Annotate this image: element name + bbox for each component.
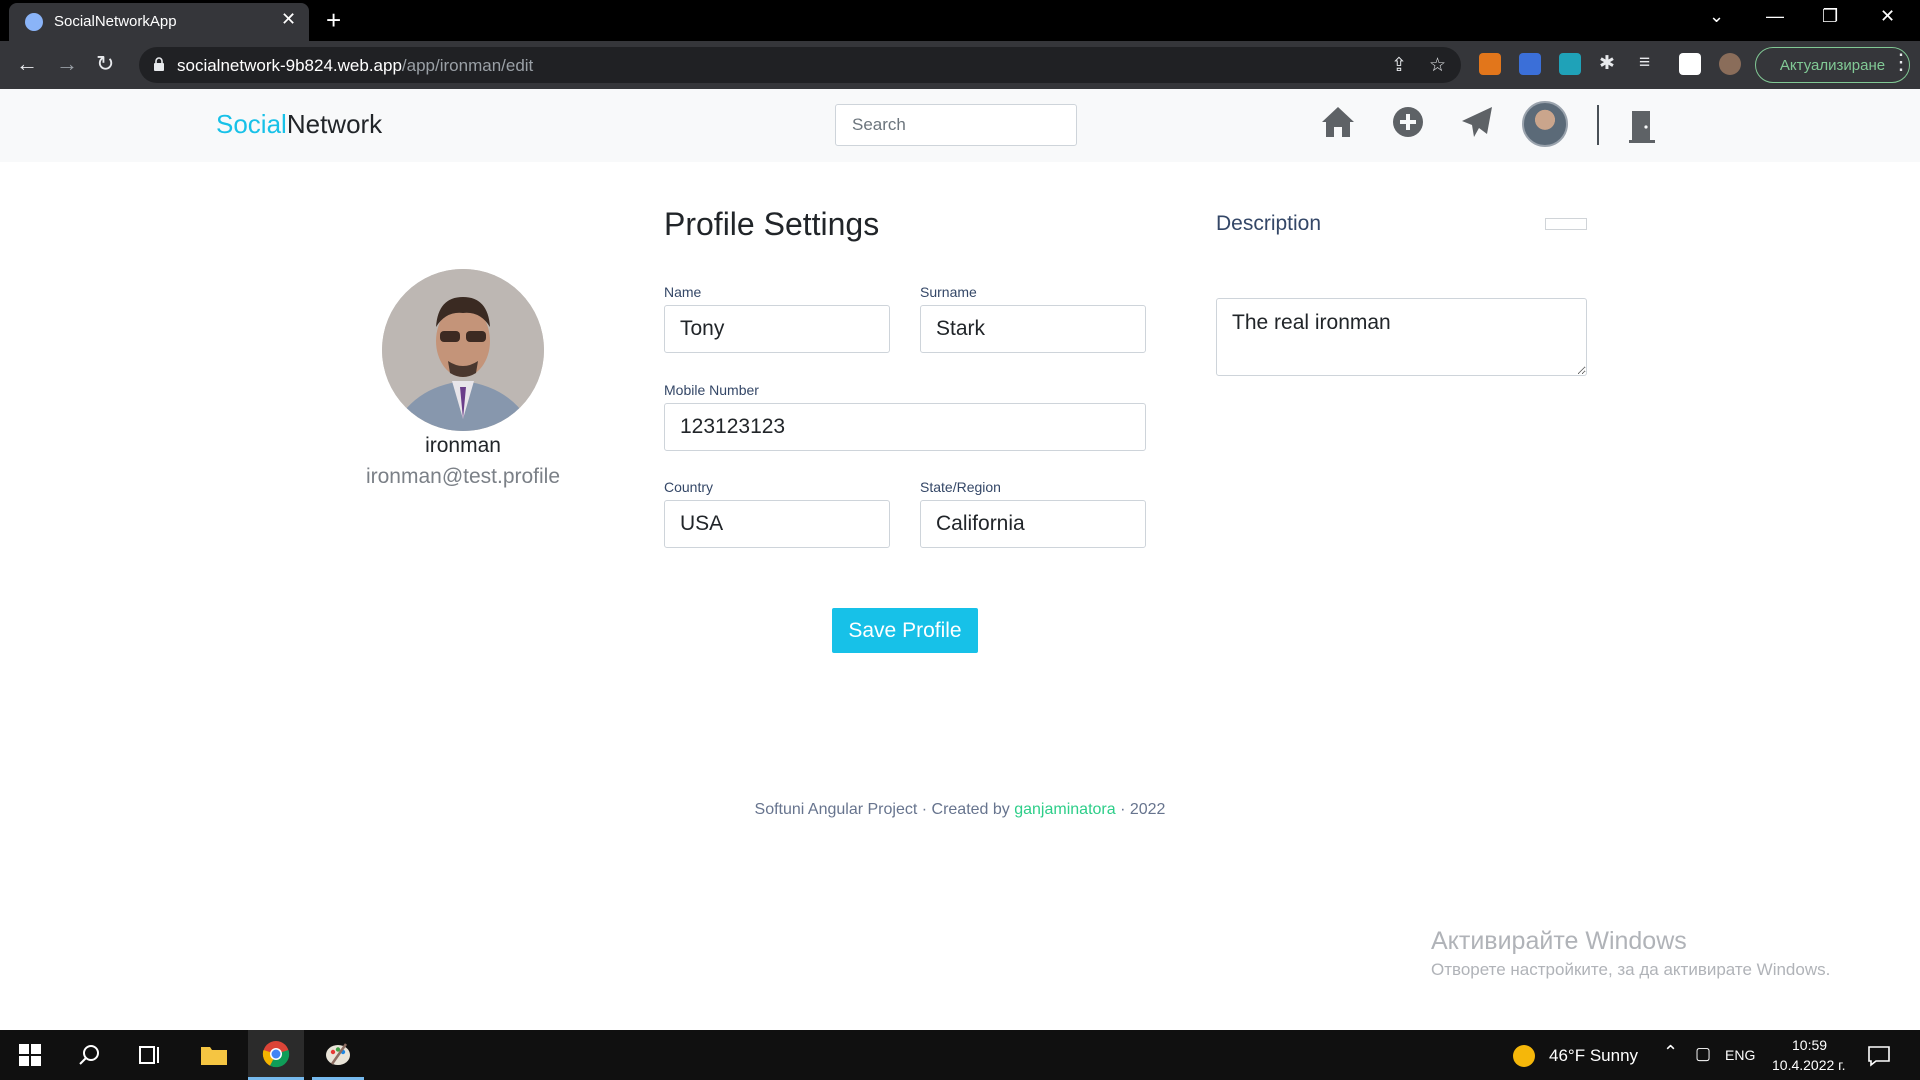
windows-activation-title: Активирайте Windows bbox=[1431, 927, 1687, 955]
search-icon bbox=[79, 1045, 99, 1065]
taskbar-search-button[interactable] bbox=[68, 1030, 112, 1080]
browser-menu-icon[interactable]: ⋮ bbox=[1890, 49, 1912, 75]
description-textarea[interactable]: The real ironman bbox=[1216, 298, 1587, 376]
mobile-number-field[interactable] bbox=[664, 403, 1146, 451]
brand-logo[interactable]: SocialNetwork bbox=[216, 109, 382, 140]
tray-chevron-icon[interactable]: ⌃ bbox=[1663, 1042, 1678, 1063]
reload-icon[interactable]: ↻ bbox=[96, 51, 114, 77]
back-icon[interactable]: ← bbox=[16, 51, 38, 77]
share-icon[interactable]: ⇪ bbox=[1391, 54, 1407, 77]
page-footer: Softuni Angular Project · Created by gan… bbox=[0, 801, 1920, 819]
task-view-icon bbox=[139, 1046, 159, 1064]
mobile-number-label: Mobile Number bbox=[664, 382, 759, 398]
meet-now-icon[interactable]: ▢ bbox=[1695, 1044, 1711, 1064]
extension-icon[interactable] bbox=[1519, 53, 1541, 75]
state-region-label: State/Region bbox=[920, 479, 1001, 495]
description-edit-button[interactable] bbox=[1545, 218, 1587, 230]
logout-door-icon[interactable] bbox=[1627, 109, 1657, 145]
chrome-icon bbox=[262, 1040, 290, 1067]
clock-date[interactable]: 10.4.2022 г. bbox=[1772, 1057, 1845, 1073]
tab-search-chevron-icon[interactable]: ⌄ bbox=[1709, 6, 1724, 27]
paint-icon bbox=[326, 1042, 350, 1065]
task-view-button[interactable] bbox=[128, 1030, 172, 1080]
bookmark-star-icon[interactable]: ☆ bbox=[1429, 54, 1446, 77]
folder-icon bbox=[201, 1047, 227, 1065]
notifications-icon[interactable] bbox=[1868, 1045, 1890, 1067]
file-explorer-button[interactable] bbox=[190, 1030, 238, 1080]
clock-time[interactable]: 10:59 bbox=[1792, 1037, 1827, 1053]
metamask-extension-icon[interactable] bbox=[1479, 53, 1501, 75]
author-link[interactable]: ganjaminatora bbox=[1014, 801, 1115, 818]
chrome-taskbar-button[interactable] bbox=[248, 1030, 304, 1080]
tab-close-icon[interactable]: ✕ bbox=[281, 9, 296, 30]
surname-label: Surname bbox=[920, 284, 977, 300]
windows-logo-icon bbox=[19, 1044, 41, 1066]
url-path: /app/ironman/edit bbox=[401, 56, 534, 75]
windows-activation-subtitle: Отворете настройките, за да активирате W… bbox=[1431, 960, 1831, 979]
restore-icon[interactable]: ❐ bbox=[1822, 6, 1838, 27]
profile-avatar-icon[interactable] bbox=[1719, 53, 1741, 75]
country-field[interactable] bbox=[664, 500, 890, 548]
url-host: socialnetwork-9b824.web.app bbox=[177, 56, 402, 75]
footer-text: Softuni Angular Project · Created by bbox=[754, 801, 1015, 818]
puzzle-extensions-icon[interactable]: ✱ bbox=[1599, 52, 1615, 75]
language-indicator[interactable]: ENG bbox=[1725, 1047, 1755, 1063]
footer-year: · 2022 bbox=[1115, 801, 1166, 818]
app-navbar: SocialNetwork bbox=[0, 89, 1920, 162]
state-region-field[interactable] bbox=[920, 500, 1146, 548]
home-icon[interactable] bbox=[1320, 105, 1356, 139]
minimize-icon[interactable]: — bbox=[1766, 6, 1784, 27]
add-post-icon[interactable] bbox=[1392, 106, 1424, 138]
profile-avatar bbox=[382, 269, 544, 431]
url-text: socialnetwork-9b824.web.app/app/ironman/… bbox=[177, 56, 533, 76]
site-favicon-icon bbox=[25, 13, 43, 31]
window-close-icon[interactable]: ✕ bbox=[1880, 6, 1895, 27]
header-divider bbox=[1597, 105, 1599, 145]
description-title: Description bbox=[1216, 212, 1322, 235]
page-title: Profile Settings bbox=[664, 206, 880, 242]
lock-icon bbox=[154, 57, 164, 71]
media-queue-icon[interactable]: ≡ bbox=[1639, 52, 1650, 74]
update-chrome-button[interactable]: Актуализиране bbox=[1755, 47, 1910, 83]
address-bar[interactable]: socialnetwork-9b824.web.app/app/ironman/… bbox=[139, 47, 1461, 83]
start-button[interactable] bbox=[8, 1030, 52, 1080]
paper-plane-messages-icon[interactable] bbox=[1460, 105, 1494, 139]
save-profile-button[interactable]: Save Profile bbox=[832, 608, 978, 653]
user-avatar[interactable] bbox=[1522, 101, 1568, 147]
search-input[interactable] bbox=[835, 104, 1077, 146]
country-label: Country bbox=[664, 479, 714, 495]
profile-photo-icon bbox=[382, 269, 544, 431]
side-panel-icon[interactable] bbox=[1679, 53, 1701, 75]
surname-field[interactable] bbox=[920, 305, 1146, 353]
weather-text[interactable]: 46°F Sunny bbox=[1549, 1046, 1638, 1066]
forward-icon[interactable]: → bbox=[56, 51, 78, 77]
profile-username: ironman bbox=[425, 434, 501, 457]
browser-tab[interactable]: SocialNetworkApp ✕ bbox=[9, 3, 309, 41]
browser-tab-strip: SocialNetworkApp ✕ + ⌄ — ❐ ✕ bbox=[0, 0, 1920, 41]
name-field[interactable] bbox=[664, 305, 890, 353]
windows-taskbar: 46°F Sunny ⌃ ▢ ENG 10:59 10.4.2022 г. bbox=[0, 1030, 1920, 1080]
tab-title: SocialNetworkApp bbox=[54, 13, 177, 30]
brand-part-network: Network bbox=[286, 109, 383, 139]
browser-toolbar: ← → ↻ socialnetwork-9b824.web.app/app/ir… bbox=[0, 41, 1920, 89]
profile-email: ironman@test.profile bbox=[365, 465, 561, 488]
new-tab-icon[interactable]: + bbox=[326, 5, 341, 36]
name-label: Name bbox=[664, 284, 702, 300]
paint-taskbar-button[interactable] bbox=[312, 1030, 364, 1080]
brand-part-social: Social bbox=[216, 109, 287, 139]
sun-weather-icon bbox=[1513, 1045, 1535, 1067]
extension-icon[interactable] bbox=[1559, 53, 1581, 75]
